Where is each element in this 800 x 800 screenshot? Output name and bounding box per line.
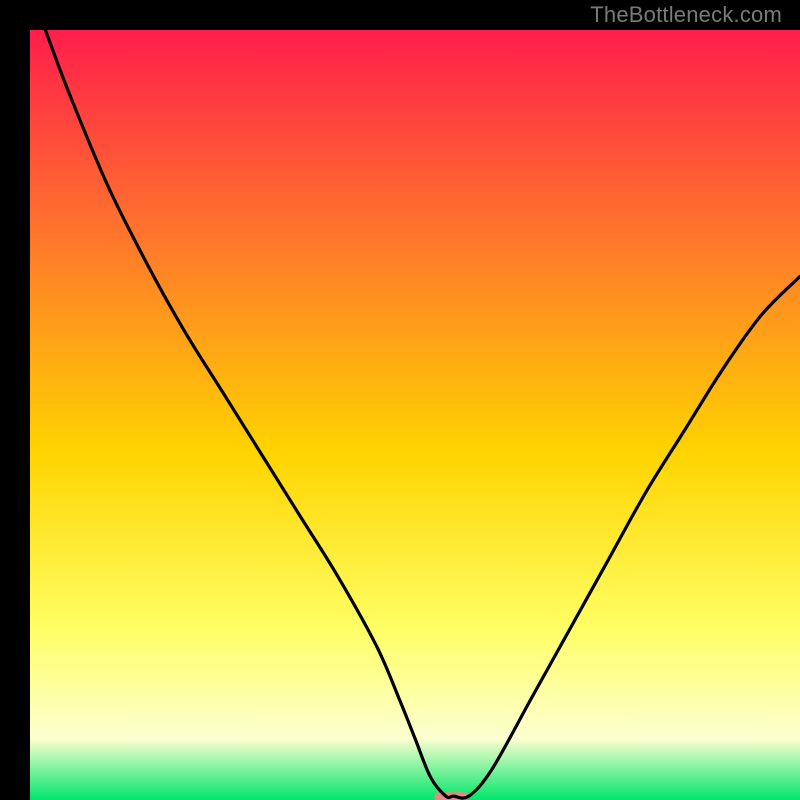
- gradient-background: [30, 30, 800, 800]
- bottleneck-chart: [30, 30, 800, 800]
- chart-frame: [15, 15, 785, 785]
- watermark-text: TheBottleneck.com: [590, 2, 782, 28]
